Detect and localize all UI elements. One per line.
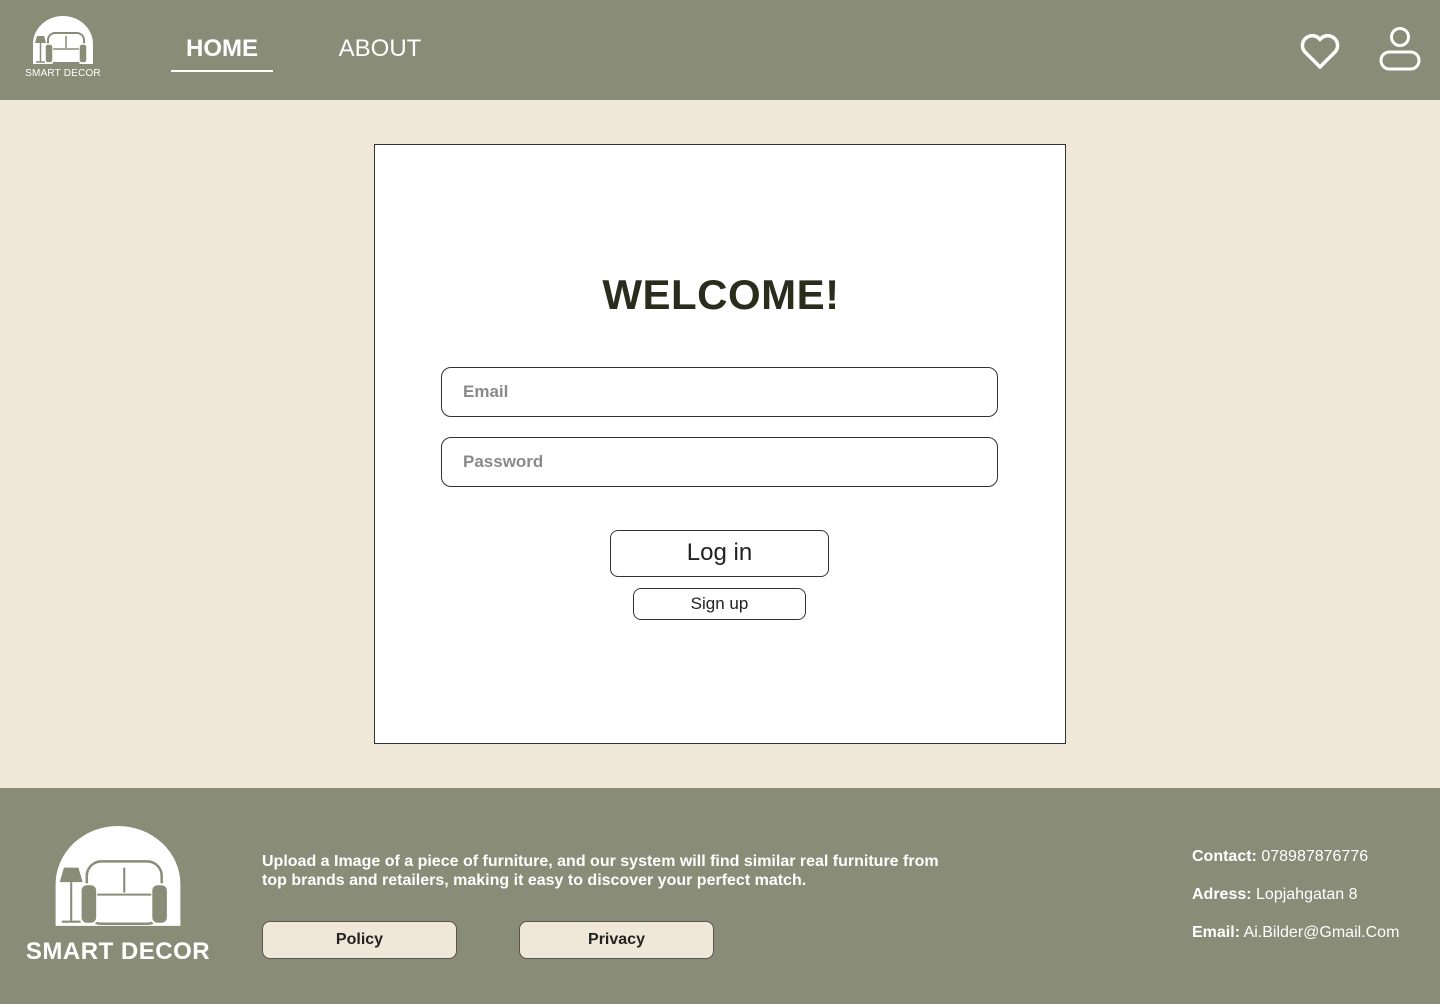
armchair-logo-icon [33,16,93,64]
contact-value: 078987876776 [1261,848,1369,865]
nav-about-link[interactable]: ABOUT [330,30,430,70]
signup-button[interactable]: Sign up [633,588,806,620]
contact-label: Contact: [1192,848,1257,865]
nav-home-link[interactable]: HOME [171,30,273,72]
top-navbar: SMART DECOR HOME ABOUT [0,0,1440,100]
header-logo-text: SMART DECOR [25,68,101,79]
footer-logo-text: SMART DECOR [25,938,211,965]
policy-button[interactable]: Policy [262,921,457,959]
armchair-logo-icon [55,826,181,926]
email-value[interactable]: Ai.Bilder@Gmail.Com [1244,924,1400,941]
contact-email: Email: Ai.Bilder@Gmail.Com [1192,924,1399,942]
contact-phone: Contact: 078987876776 [1192,848,1368,866]
user-icon[interactable] [1378,26,1422,72]
login-button[interactable]: Log in [610,530,829,577]
address-label: Adress: [1192,886,1252,903]
email-label: Email: [1192,924,1241,941]
heart-icon[interactable] [1298,28,1342,72]
contact-address: Adress: Lopjahgatan 8 [1192,886,1357,904]
footer: SMART DECOR Upload a Image of a piece of… [0,788,1440,1004]
address-value: Lopjahgatan 8 [1256,886,1358,903]
welcome-title: WELCOME! [602,271,840,318]
password-field[interactable] [441,437,998,487]
privacy-button[interactable]: Privacy [519,921,714,959]
email-field[interactable] [441,367,998,417]
header-logo[interactable]: SMART DECOR [22,16,104,82]
footer-description: Upload a Image of a piece of furniture, … [262,853,939,889]
login-card: WELCOME! Log in Sign up [374,144,1066,744]
